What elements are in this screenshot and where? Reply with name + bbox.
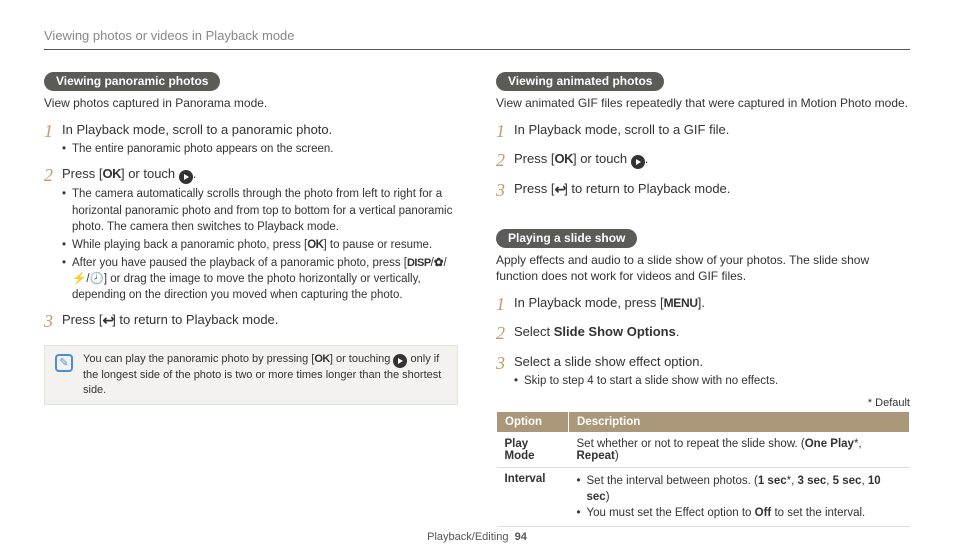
return-icon: ↩ [102, 313, 112, 327]
step-3: 3 Select a slide show effect option. Ski… [496, 353, 910, 391]
step-text: Press [ [514, 151, 554, 166]
intro-text: View animated GIF files repeatedly that … [496, 95, 910, 111]
step-text: In Playback mode, scroll to a GIF file. [514, 122, 729, 137]
step-1: 1 In Playback mode, scroll to a panorami… [44, 121, 458, 159]
bullet: The entire panoramic photo appears on th… [62, 141, 458, 157]
section-pill-animated: Viewing animated photos [496, 72, 664, 91]
step-text: In Playback mode, scroll to a panoramic … [62, 122, 332, 137]
play-icon [179, 170, 193, 184]
content-columns: Viewing panoramic photos View photos cap… [44, 72, 910, 527]
options-table: Option Description Play Mode Set whether… [496, 411, 910, 527]
intro-text: View photos captured in Panorama mode. [44, 95, 458, 111]
step-text: . [645, 151, 649, 166]
right-column: Viewing animated photos View animated GI… [496, 72, 910, 527]
step-2: 2 Select Slide Show Options. [496, 323, 910, 346]
default-marker: * Default [496, 397, 910, 409]
step-number: 2 [496, 321, 514, 346]
step-number: 1 [44, 119, 62, 144]
step-text: . [193, 166, 197, 181]
macro-icon: ✿ [434, 257, 444, 269]
option-name: Play Mode [497, 432, 569, 467]
step-number: 1 [496, 119, 514, 144]
ok-icon: OK [307, 239, 323, 251]
step-number: 2 [496, 148, 514, 173]
step-text: Press [ [62, 312, 102, 327]
option-name: Interval [497, 467, 569, 526]
table-header-option: Option [497, 411, 569, 432]
step-3: 3 Press [↩] to return to Playback mode. [496, 180, 910, 203]
timer-icon: 🕗 [90, 273, 104, 285]
page-header: Viewing photos or videos in Playback mod… [44, 28, 910, 50]
step-1: 1 In Playback mode, scroll to a GIF file… [496, 121, 910, 144]
table-row: Play Mode Set whether or not to repeat t… [497, 432, 910, 467]
step-number: 1 [496, 292, 514, 317]
section-pill-slideshow: Playing a slide show [496, 229, 637, 248]
note-box: ✎ You can play the panoramic photo by pr… [44, 345, 458, 406]
option-desc: Set whether or not to repeat the slide s… [569, 432, 910, 467]
table-row: Interval Set the interval between photos… [497, 467, 910, 526]
step-number: 3 [44, 309, 62, 334]
step-number: 2 [44, 163, 62, 188]
bullet: While playing back a panoramic photo, pr… [62, 237, 458, 253]
note-icon: ✎ [55, 354, 73, 372]
bullet: Skip to step 4 to start a slide show wit… [514, 373, 910, 389]
intro-text: Apply effects and audio to a slide show … [496, 252, 910, 284]
step-number: 3 [496, 351, 514, 376]
page-number: 94 [515, 531, 527, 543]
bullet: After you have paused the playback of a … [62, 255, 458, 304]
step-text: ] or touch [573, 151, 631, 166]
step-text: ] to return to Playback mode. [112, 312, 278, 327]
steps-list: 1 In Playback mode, scroll to a panorami… [44, 121, 458, 334]
step-1: 1 In Playback mode, press [MENU]. [496, 294, 910, 317]
section-pill-panoramic: Viewing panoramic photos [44, 72, 220, 91]
step-text: Press [ [514, 181, 554, 196]
return-icon: ↩ [554, 182, 564, 196]
menu-icon: MENU [664, 296, 698, 310]
table-header-description: Description [569, 411, 910, 432]
note-text: You can play the panoramic photo by pres… [83, 352, 447, 399]
play-icon [393, 354, 407, 368]
ok-icon: OK [314, 353, 330, 365]
step-number: 3 [496, 178, 514, 203]
steps-list: 1 In Playback mode, scroll to a GIF file… [496, 121, 910, 203]
step-3: 3 Press [↩] to return to Playback mode. [44, 311, 458, 334]
option-desc: Set the interval between photos. (1 sec*… [569, 467, 910, 526]
flash-icon: ⚡ [72, 273, 86, 285]
left-column: Viewing panoramic photos View photos cap… [44, 72, 458, 527]
page-footer: Playback/Editing 94 [0, 531, 954, 543]
step-text: ] or touch [121, 166, 179, 181]
bullet: The camera automatically scrolls through… [62, 186, 458, 234]
play-icon [631, 155, 645, 169]
steps-list: 1 In Playback mode, press [MENU]. 2 Sele… [496, 294, 910, 391]
bold-label: Slide Show Options [554, 324, 676, 339]
ok-icon: OK [102, 166, 121, 181]
ok-icon: OK [554, 151, 573, 166]
step-text: Press [ [62, 166, 102, 181]
disp-icon: DISP [407, 257, 431, 269]
footer-section: Playback/Editing [427, 531, 508, 543]
step-2: 2 Press [OK] or touch . The camera autom… [44, 165, 458, 305]
step-text: Select a slide show effect option. [514, 354, 703, 369]
step-text: ] to return to Playback mode. [564, 181, 730, 196]
step-2: 2 Press [OK] or touch . [496, 150, 910, 173]
